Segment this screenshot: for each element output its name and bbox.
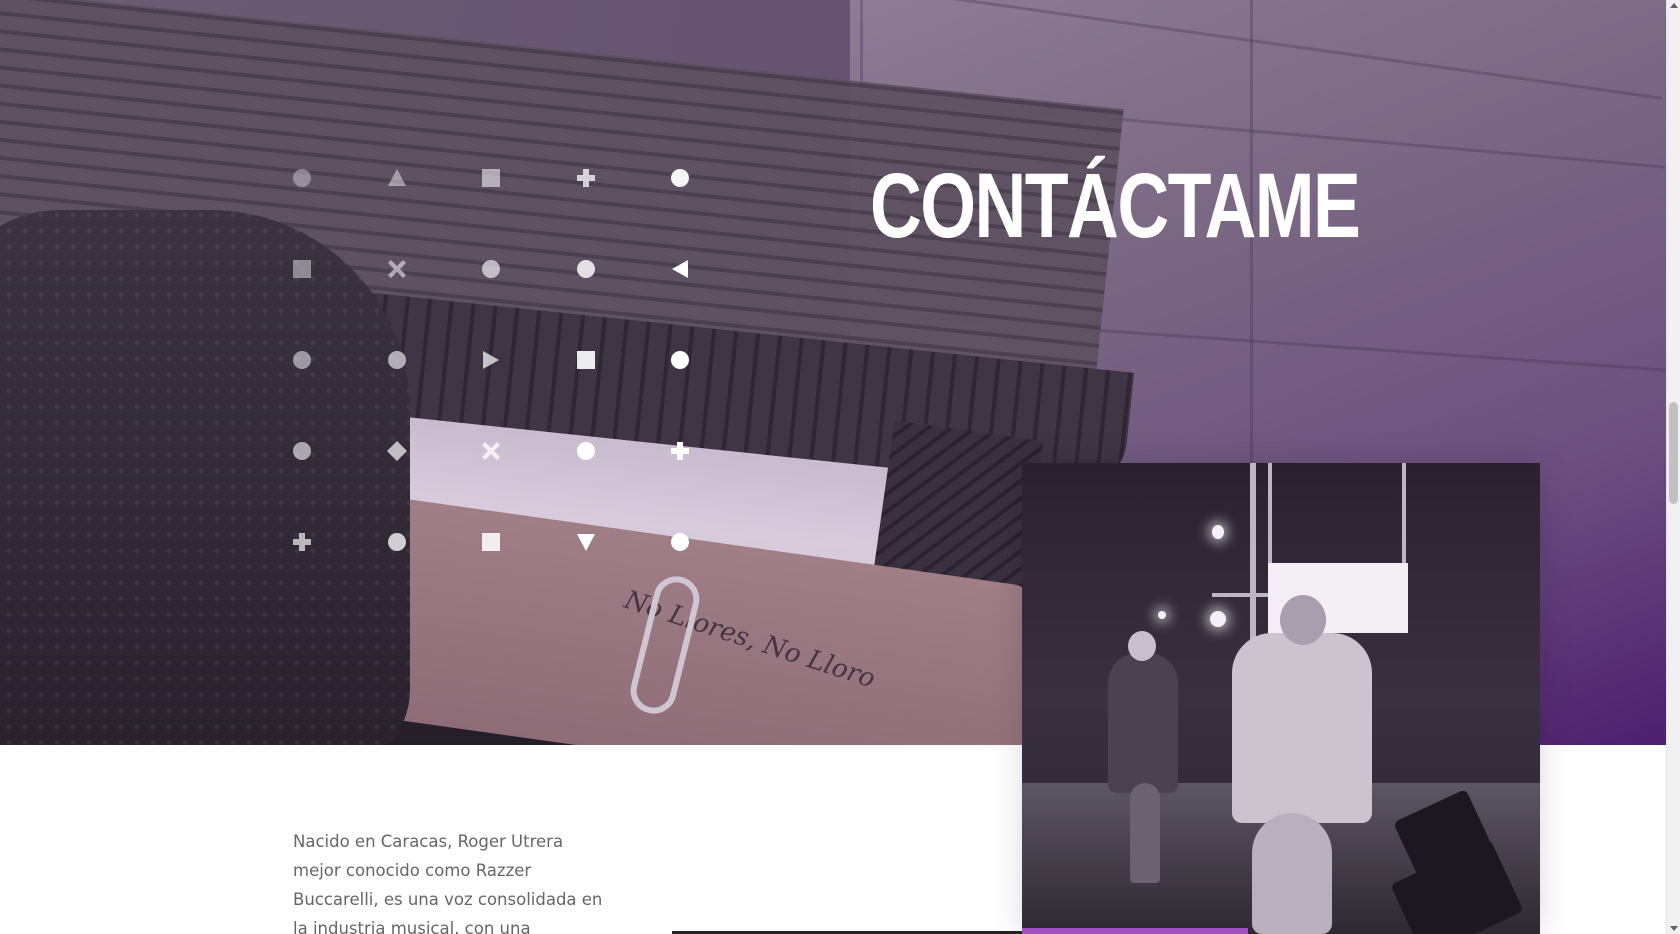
shape-cell (377, 160, 472, 251)
triangle-up-icon (387, 168, 407, 188)
x-icon (481, 441, 501, 461)
accent-bar (1022, 928, 1248, 934)
stage-photo (1022, 463, 1540, 934)
plus-icon (292, 532, 312, 552)
bio-paragraph: Nacido en Caracas, Roger Utrera mejor co… (293, 832, 603, 934)
square-icon (481, 168, 501, 188)
plus-icon (576, 168, 596, 188)
scroll-down-icon[interactable] (1670, 926, 1678, 931)
page-title: CONTÁCTAME (870, 155, 1361, 257)
shape-cell (282, 342, 377, 433)
shape-cell (660, 342, 755, 433)
circle-icon (670, 350, 690, 370)
triangle-right-icon (481, 350, 501, 370)
shape-cell (566, 160, 661, 251)
square-icon (481, 532, 501, 552)
circle-icon (292, 168, 312, 188)
scroll-up-icon[interactable] (1670, 3, 1678, 8)
circle-icon (670, 168, 690, 188)
shape-cell (660, 251, 755, 342)
shape-cell (566, 342, 661, 433)
triangle-down-icon (576, 532, 596, 552)
shape-cell (377, 251, 472, 342)
plus-icon (670, 441, 690, 461)
circle-icon (387, 532, 407, 552)
decorative-shape-grid (282, 160, 689, 551)
shape-cell (471, 433, 566, 524)
circle-icon (292, 441, 312, 461)
page-scrollbar[interactable] (1666, 0, 1680, 934)
square-icon (576, 350, 596, 370)
shape-cell (377, 524, 472, 615)
shape-cell (660, 524, 755, 615)
shape-cell (471, 524, 566, 615)
shape-cell (471, 251, 566, 342)
shape-cell (377, 433, 472, 524)
triangle-left-icon (670, 259, 690, 279)
diamond-icon (386, 441, 407, 461)
shape-cell (660, 160, 755, 251)
shape-cell (282, 251, 377, 342)
circle-icon (576, 259, 596, 279)
shape-cell (282, 433, 377, 524)
shape-cell (566, 433, 661, 524)
circle-icon (481, 259, 501, 279)
shape-cell (377, 342, 472, 433)
shape-cell (566, 251, 661, 342)
circle-icon (292, 350, 312, 370)
x-icon (387, 259, 407, 279)
shape-cell (566, 524, 661, 615)
shape-cell (471, 342, 566, 433)
scroll-thumb[interactable] (1669, 402, 1678, 504)
shape-cell (471, 160, 566, 251)
circle-icon (670, 532, 690, 552)
shape-cell (660, 433, 755, 524)
shape-cell (282, 160, 377, 251)
shape-cell (282, 524, 377, 615)
circle-icon (576, 441, 596, 461)
square-icon (292, 259, 312, 279)
circle-icon (387, 350, 407, 370)
